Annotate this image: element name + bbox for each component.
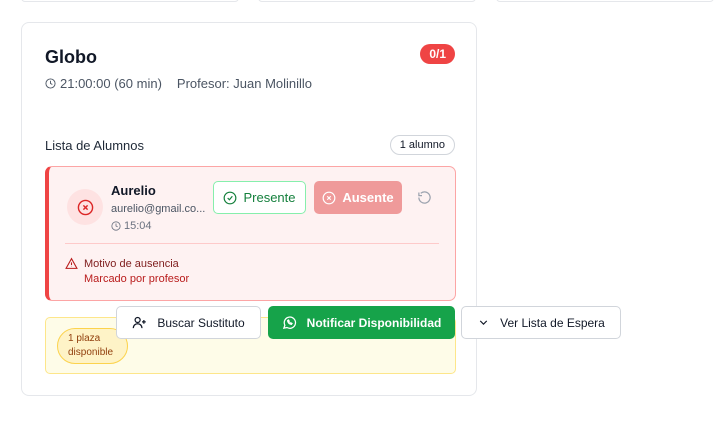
- student-count-badge: 1 alumno: [389, 135, 455, 155]
- class-time: 21:00:00 (60 min): [60, 76, 162, 91]
- mark-present-button[interactable]: Presente: [213, 181, 306, 214]
- adjacent-card-stub: [21, 0, 239, 2]
- student-list-header: Lista de Alumnos: [45, 138, 145, 153]
- find-substitute-label: Buscar Sustituto: [157, 315, 245, 330]
- x-circle-icon: [77, 199, 93, 215]
- waitlist-label: Ver Lista de Espera: [500, 315, 605, 330]
- absence-reason-title: Motivo de ausencia: [65, 257, 179, 270]
- whatsapp-icon: [282, 316, 296, 329]
- divider: [65, 243, 439, 244]
- class-title: Globo: [45, 47, 97, 67]
- x-circle-icon: [322, 191, 336, 204]
- chevron-down-icon: [479, 320, 488, 325]
- student-item: Aurelio aurelio@gmail.co... 15:04 Presen…: [45, 166, 456, 301]
- user-plus-icon: [132, 316, 147, 329]
- present-label: Presente: [243, 190, 296, 205]
- notify-availability-button[interactable]: Notificar Disponibilidad: [268, 306, 455, 339]
- adjacent-card-stub: [258, 0, 476, 2]
- class-meta: 21:00:00 (60 min) Profesor: Juan Molinil…: [45, 76, 312, 91]
- absent-avatar: [67, 189, 103, 225]
- student-time: 15:04: [124, 220, 152, 232]
- alert-triangle-icon: [65, 257, 78, 269]
- view-waitlist-button[interactable]: Ver Lista de Espera: [461, 306, 621, 339]
- student-name: Aurelio: [111, 183, 156, 198]
- reset-icon: [417, 190, 431, 204]
- reset-attendance-button[interactable]: [415, 188, 433, 206]
- adjacent-card-stub: [496, 0, 714, 2]
- find-substitute-button[interactable]: Buscar Sustituto: [116, 306, 261, 339]
- spot-label: disponible: [68, 347, 114, 358]
- absence-title-text: Motivo de ausencia: [84, 257, 179, 270]
- clock-icon: [45, 78, 56, 89]
- absence-reason-text: Marcado por profesor: [84, 273, 190, 285]
- mark-absent-button[interactable]: Ausente: [314, 181, 402, 214]
- absent-label: Ausente: [342, 190, 394, 205]
- class-teacher: Profesor: Juan Molinillo: [176, 76, 313, 91]
- notify-label: Notificar Disponibilidad: [306, 315, 442, 330]
- student-check-time: 15:04: [111, 220, 152, 232]
- student-email: aurelio@gmail.co...: [111, 203, 206, 215]
- class-card: Globo 0/1 21:00:00 (60 min) Profesor: Ju…: [21, 22, 477, 396]
- clock-icon: [111, 221, 121, 231]
- attendance-count-badge: 0/1: [420, 44, 455, 64]
- check-circle-icon: [224, 191, 237, 204]
